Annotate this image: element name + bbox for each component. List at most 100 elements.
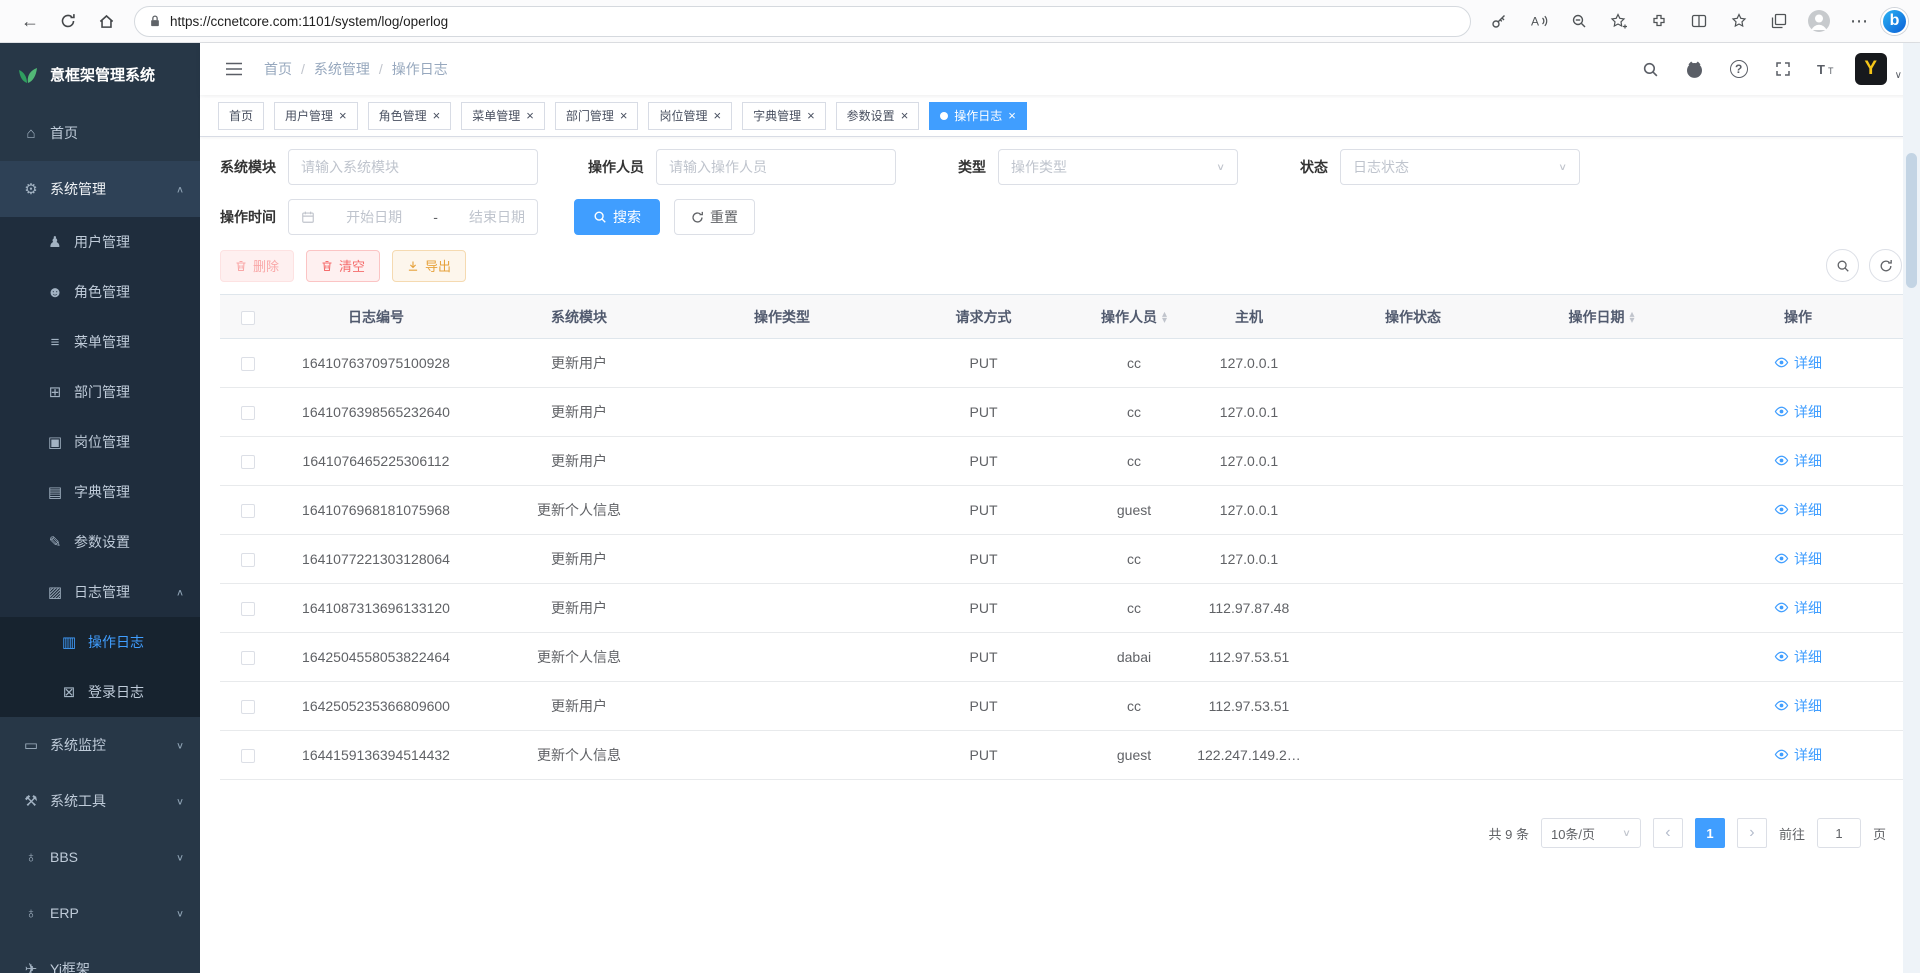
row-checkbox[interactable] (241, 504, 255, 518)
refresh-table-icon[interactable] (1869, 249, 1902, 282)
sidebar-menu-item[interactable]: ⚙ 系统管理 ∧ (0, 161, 200, 217)
view-tab[interactable]: 首页 × (218, 102, 264, 130)
tab-close-icon[interactable]: × (339, 109, 347, 122)
search-button[interactable]: 搜索 (574, 199, 660, 235)
delete-button[interactable]: 删除 (220, 250, 294, 282)
sidebar-menu-item[interactable]: ♁ ERP ∨ (0, 885, 200, 941)
module-input[interactable] (301, 159, 525, 175)
hamburger-icon[interactable] (218, 53, 250, 85)
sidebar-menu-item[interactable]: ⌂ 首页 (0, 105, 200, 161)
sidebar-menu-item[interactable]: ≡ 菜单管理 (0, 317, 200, 367)
view-tab[interactable]: 参数设置 × (836, 102, 920, 130)
github-icon[interactable] (1679, 53, 1711, 85)
split-screen-icon[interactable] (1681, 4, 1717, 38)
col-date[interactable]: 操作日期▴▾ (1511, 295, 1692, 339)
sidebar-menu-item[interactable]: ☻ 角色管理 (0, 267, 200, 317)
view-tab[interactable]: 角色管理 × (368, 102, 452, 130)
reset-button[interactable]: 重置 (674, 199, 755, 235)
view-tab[interactable]: 部门管理 × (555, 102, 639, 130)
tab-close-icon[interactable]: × (620, 109, 628, 122)
password-key-icon[interactable] (1481, 4, 1517, 38)
detail-link[interactable]: 详细 (1774, 696, 1822, 716)
detail-link[interactable]: 详细 (1774, 549, 1822, 569)
detail-link[interactable]: 详细 (1774, 500, 1822, 520)
detail-link[interactable]: 详细 (1774, 402, 1822, 422)
help-icon[interactable]: ? (1723, 53, 1755, 85)
fullscreen-icon[interactable] (1767, 53, 1799, 85)
app-logo[interactable]: 意框架管理系统 (0, 43, 200, 105)
back-icon[interactable]: ← (12, 4, 48, 38)
row-checkbox[interactable] (241, 406, 255, 420)
select-all-checkbox[interactable] (241, 311, 255, 325)
breadcrumb-item[interactable]: 首页 (264, 59, 314, 79)
sidebar-menu-item[interactable]: ▥ 操作日志 (0, 617, 200, 667)
sidebar-menu-item[interactable]: ⚒ 系统工具 ∨ (0, 773, 200, 829)
clear-button[interactable]: 清空 (306, 250, 380, 282)
scrollbar-thumb[interactable] (1906, 153, 1917, 288)
row-checkbox[interactable] (241, 651, 255, 665)
type-select[interactable]: 操作类型 ∨ (998, 149, 1238, 185)
detail-link[interactable]: 详细 (1774, 598, 1822, 618)
toggle-search-icon[interactable] (1826, 249, 1859, 282)
sidebar-menu-item[interactable]: ▣ 岗位管理 (0, 417, 200, 467)
favorites-bar-icon[interactable] (1721, 4, 1757, 38)
detail-link[interactable]: 详细 (1774, 353, 1822, 373)
row-checkbox[interactable] (241, 553, 255, 567)
row-checkbox[interactable] (241, 602, 255, 616)
add-favorite-icon[interactable] (1601, 4, 1637, 38)
prev-page-button[interactable]: ‹ (1653, 818, 1683, 848)
bing-copilot-icon[interactable]: b (1881, 8, 1908, 35)
operator-input[interactable] (669, 159, 883, 175)
tab-close-icon[interactable]: × (526, 109, 534, 122)
row-checkbox[interactable] (241, 749, 255, 763)
date-range-picker[interactable]: 开始日期 - 结束日期 (288, 199, 538, 235)
browser-profile-avatar[interactable] (1801, 4, 1837, 38)
sidebar-menu-item[interactable]: ▨ 日志管理 ∧ (0, 567, 200, 617)
goto-page-input[interactable]: 1 (1817, 818, 1861, 848)
avatar-caret-icon[interactable]: ∨ (1895, 70, 1902, 85)
view-tab[interactable]: 菜单管理 × (461, 102, 545, 130)
font-size-icon[interactable]: TT (1811, 53, 1843, 85)
detail-link[interactable]: 详细 (1774, 745, 1822, 765)
status-select[interactable]: 日志状态 ∨ (1340, 149, 1580, 185)
sidebar-menu-item[interactable]: ⊞ 部门管理 (0, 367, 200, 417)
page-scrollbar[interactable] (1903, 43, 1920, 973)
breadcrumb-item[interactable]: 系统管理 (314, 59, 392, 79)
tab-close-icon[interactable]: × (1008, 109, 1016, 122)
read-aloud-icon[interactable]: A (1521, 4, 1557, 38)
collections-icon[interactable] (1761, 4, 1797, 38)
zoom-out-icon[interactable] (1561, 4, 1597, 38)
sidebar-menu-item[interactable]: ▤ 字典管理 (0, 467, 200, 517)
user-avatar[interactable]: Y (1855, 53, 1887, 85)
row-checkbox[interactable] (241, 357, 255, 371)
sidebar-menu-item[interactable]: ▭ 系统监控 ∨ (0, 717, 200, 773)
home-icon-browser[interactable] (88, 4, 124, 38)
tab-close-icon[interactable]: × (807, 109, 815, 122)
detail-link[interactable]: 详细 (1774, 647, 1822, 667)
address-bar[interactable]: https://ccnetcore.com:1101/system/log/op… (134, 6, 1471, 37)
tab-close-icon[interactable]: × (433, 109, 441, 122)
browser-menu-icon[interactable]: ⋯ (1841, 4, 1877, 38)
sidebar-menu-item[interactable]: ✈ Yi框架 (0, 941, 200, 973)
view-tab[interactable]: 用户管理 × (274, 102, 358, 130)
sidebar-menu-item[interactable]: ✎ 参数设置 (0, 517, 200, 567)
row-checkbox[interactable] (241, 455, 255, 469)
detail-link[interactable]: 详细 (1774, 451, 1822, 471)
view-tab[interactable]: 字典管理 × (742, 102, 826, 130)
sidebar-menu-item[interactable]: ♟ 用户管理 (0, 217, 200, 267)
breadcrumb-item[interactable]: 操作日志 (392, 59, 448, 79)
tab-close-icon[interactable]: × (901, 109, 909, 122)
col-operator[interactable]: 操作人员▴▾ (1085, 295, 1183, 339)
tab-close-icon[interactable]: × (713, 109, 721, 122)
sidebar-menu-item[interactable]: ♁ BBS ∨ (0, 829, 200, 885)
export-button[interactable]: 导出 (392, 250, 466, 282)
current-page-button[interactable]: 1 (1695, 818, 1725, 848)
search-icon[interactable] (1635, 53, 1667, 85)
view-tab[interactable]: 岗位管理 × (648, 102, 732, 130)
view-tab[interactable]: 操作日志 × (929, 102, 1027, 130)
row-checkbox[interactable] (241, 700, 255, 714)
refresh-icon[interactable] (50, 4, 86, 38)
sidebar-menu-item[interactable]: ⊠ 登录日志 (0, 667, 200, 717)
extensions-icon[interactable] (1641, 4, 1677, 38)
page-size-select[interactable]: 10条/页 ∨ (1541, 818, 1641, 848)
